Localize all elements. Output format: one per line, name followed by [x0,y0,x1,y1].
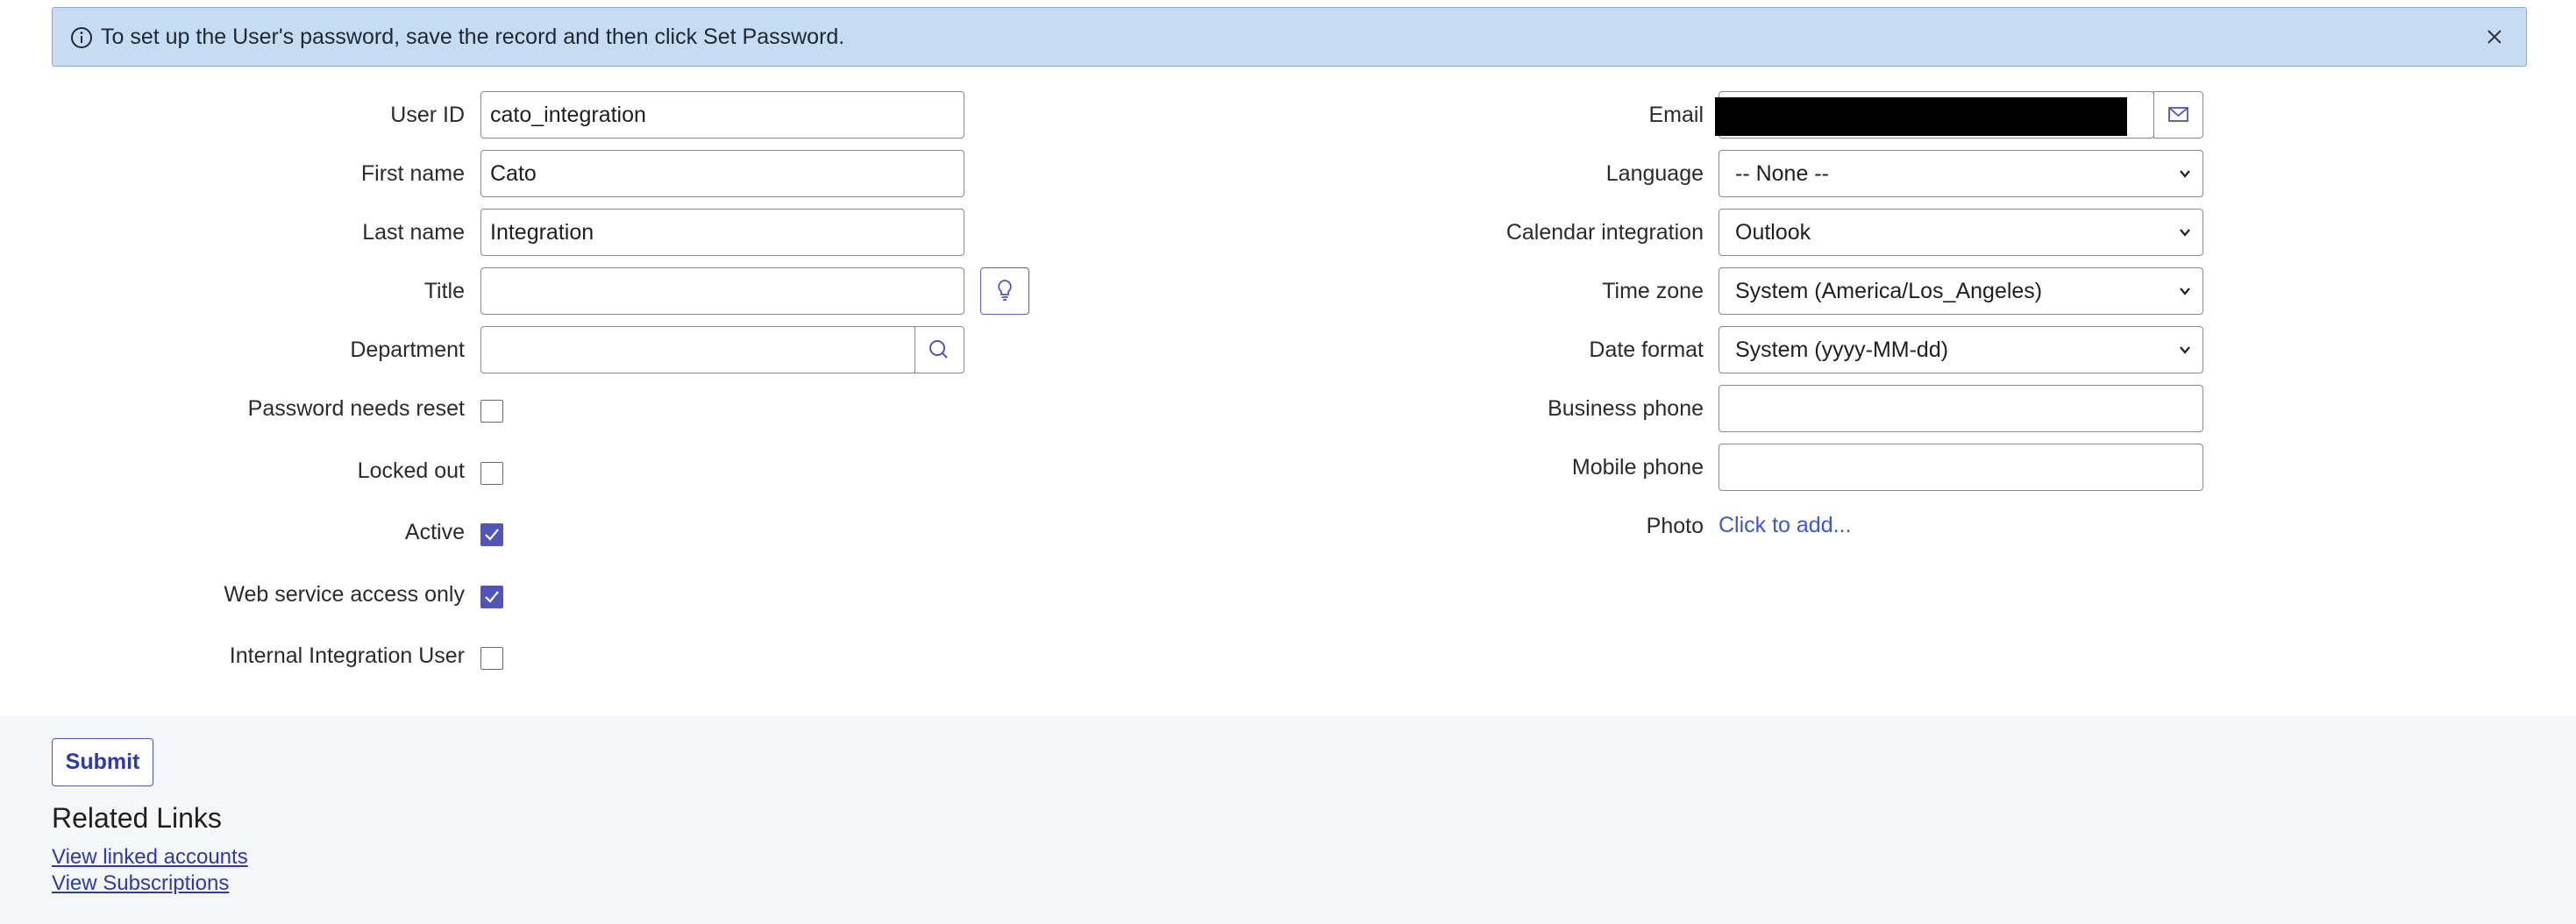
web-service-access-only-label: Web service access only [224,582,465,607]
time-zone-select[interactable]: System (America/Los_Angeles) [1719,267,2203,315]
photo-label: Photo [1646,514,1704,538]
web-service-access-only-checkbox[interactable] [480,586,503,608]
chevron-down-icon [2180,346,2190,354]
department-lookup-button[interactable] [914,326,964,373]
info-icon [71,27,92,48]
language-selected-value: -- None -- [1735,161,1829,186]
title-input[interactable] [480,267,964,315]
password-needs-reset-checkbox[interactable] [480,400,503,423]
checkmark-icon [485,529,499,541]
language-label: Language [1605,161,1704,186]
mobile-phone-label: Mobile phone [1571,455,1704,480]
time-zone-label: Time zone [1602,279,1704,303]
submit-button[interactable]: Submit [52,738,153,786]
calendar-integration-label: Calendar integration [1505,220,1704,245]
banner-message: To set up the User's password, save the … [101,25,845,49]
last-name-label: Last name [362,220,465,245]
chevron-down-icon [2180,229,2190,237]
internal-integration-user-label: Internal Integration User [229,643,465,668]
close-icon[interactable] [2484,26,2505,47]
date-format-select[interactable]: System (yyyy-MM-dd) [1719,326,2203,373]
active-label: Active [404,520,465,544]
department-input[interactable] [480,326,916,373]
chevron-down-icon [2180,170,2190,178]
mail-icon [2168,107,2188,122]
internal-integration-user-checkbox[interactable] [480,647,503,670]
chevron-down-icon [2180,288,2190,295]
calendar-integration-selected-value: Outlook [1735,220,1811,245]
view-subscriptions-link[interactable]: View Subscriptions [52,871,229,896]
locked-out-checkbox[interactable] [480,462,503,485]
last-name-input[interactable]: Integration [480,209,964,256]
first-name-input[interactable]: Cato [480,150,964,197]
business-phone-input[interactable] [1719,385,2203,432]
password-needs-reset-label: Password needs reset [247,396,465,421]
time-zone-selected-value: System (America/Los_Angeles) [1735,279,2043,303]
locked-out-label: Locked out [357,458,465,483]
title-label: Title [423,279,465,303]
email-label: Email [1648,103,1704,127]
lightbulb-icon [998,280,1012,301]
checkmark-icon [485,591,499,603]
user-id-label: User ID [390,103,465,127]
date-format-selected-value: System (yyyy-MM-dd) [1735,338,1949,362]
title-suggestion-button[interactable] [980,267,1029,315]
send-email-button[interactable] [2153,91,2203,139]
business-phone-label: Business phone [1548,396,1704,421]
info-banner: To set up the User's password, save the … [52,7,2527,67]
search-icon [929,340,948,359]
user-id-input[interactable]: cato_integration [480,91,964,139]
calendar-integration-select[interactable]: Outlook [1719,209,2203,256]
related-links-title: Related Links [52,802,222,834]
department-label: Department [350,338,465,362]
mobile-phone-input[interactable] [1719,444,2203,491]
redaction-block [1715,97,2127,136]
date-format-label: Date format [1589,338,1704,362]
active-checkbox[interactable] [480,523,503,546]
first-name-label: First name [360,161,465,186]
form-footer [0,715,2576,924]
language-select[interactable]: -- None -- [1719,150,2203,197]
view-linked-accounts-link[interactable]: View linked accounts [52,845,248,870]
photo-add-link[interactable]: Click to add... [1719,513,1851,538]
